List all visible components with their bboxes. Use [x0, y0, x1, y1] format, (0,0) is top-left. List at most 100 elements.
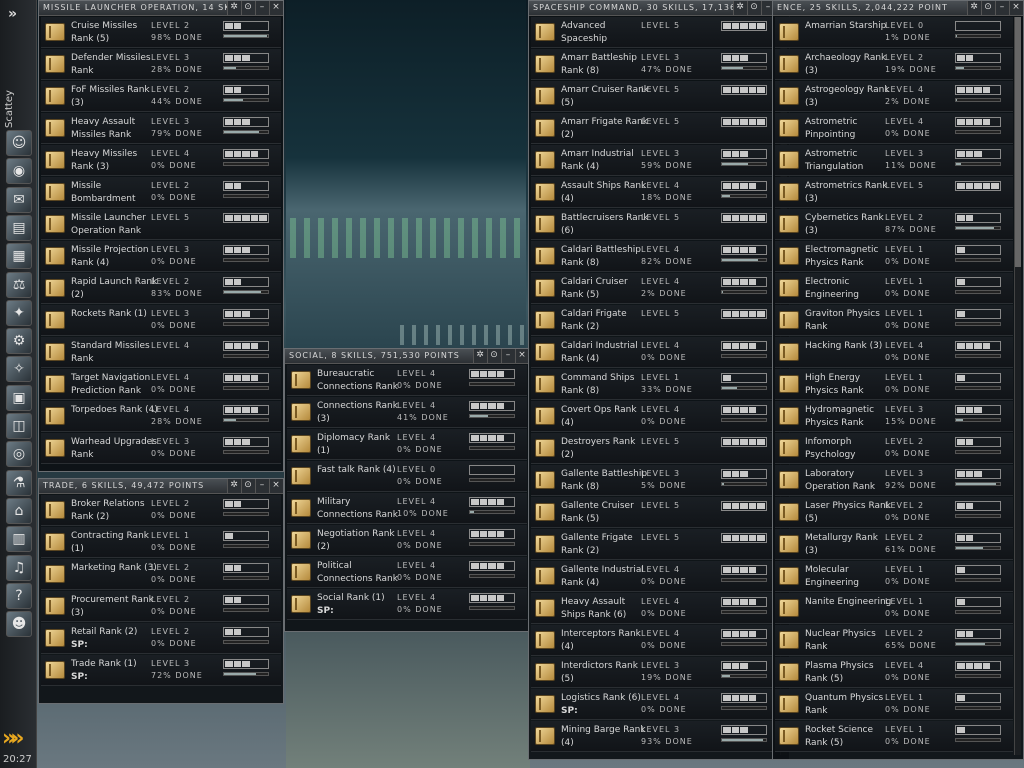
settings-icon[interactable]: ⊙: [241, 479, 255, 493]
skill-row[interactable]: Missile Launcher Operation Rank LEVEL 5: [41, 209, 281, 240]
skill-row[interactable]: Interdictors Rank (5) LEVEL 3 19% DONE: [531, 657, 779, 688]
skill-row[interactable]: Quantum Physics Rank LEVEL 1 0% DONE: [775, 689, 1013, 720]
cargo-icon[interactable]: ◫: [6, 413, 32, 439]
pin-icon[interactable]: ✲: [227, 1, 241, 15]
minimize-button[interactable]: –: [995, 1, 1009, 15]
skill-row[interactable]: Broker Relations Rank (2) LEVEL 2 0% DONE: [41, 495, 281, 526]
skill-row[interactable]: FoF Missiles Rank (3) LEVEL 2 44% DONE: [41, 81, 281, 112]
pin-icon[interactable]: ✲: [227, 479, 241, 493]
skill-row[interactable]: Battlecruisers Rank (6) LEVEL 5: [531, 209, 779, 240]
skill-row[interactable]: Electromagnetic Physics Rank LEVEL 1 0% DO…: [775, 241, 1013, 272]
mail-icon[interactable]: ✉: [6, 186, 32, 213]
settings-icon[interactable]: ⊙: [241, 1, 255, 15]
face-icon[interactable]: ☻: [6, 611, 32, 638]
skill-row[interactable]: Negotiation Rank (2) LEVEL 4 0% DONE: [287, 525, 527, 556]
skill-row[interactable]: Hydromagnetic Physics Rank LEVEL 3 15% DON…: [775, 401, 1013, 432]
station-icon[interactable]: ⌂: [6, 497, 32, 524]
eye-icon[interactable]: ◉: [6, 158, 32, 185]
card-icon[interactable]: ▦: [6, 243, 32, 270]
skill-row[interactable]: Gallente Cruiser Rank (5) LEVEL 5: [531, 497, 779, 528]
lifebuoy-icon[interactable]: ◎: [6, 441, 32, 468]
skill-row[interactable]: Interceptors Rank (4) LEVEL 4 0% DONE: [531, 625, 779, 656]
skill-row[interactable]: Astrometric Triangulation LEVEL 3 11% DONE: [775, 145, 1013, 176]
skill-row[interactable]: Connections Rank (3) LEVEL 4 41% DONE: [287, 397, 527, 428]
skill-row[interactable]: Logistics Rank (6) SP: LEVEL 4 0% DONE: [531, 689, 779, 720]
map-icon[interactable]: ✦: [6, 299, 32, 326]
skill-row[interactable]: Amarr Frigate Rank (2) LEVEL 5: [531, 113, 779, 144]
pin-icon[interactable]: ✲: [967, 1, 981, 15]
skill-row[interactable]: Mining Barge Rank (4) LEVEL 3 93% DONE: [531, 721, 779, 752]
skill-row[interactable]: Military Connections Rank LEVEL 4 10% DONE: [287, 493, 527, 524]
skill-row[interactable]: Assault Ships Rank (4) LEVEL 4 18% DONE: [531, 177, 779, 208]
skill-row[interactable]: Electronic Engineering LEVEL 1 0% DONE: [775, 273, 1013, 304]
skill-row[interactable]: Diplomacy Rank (1) LEVEL 4 0% DONE: [287, 429, 527, 460]
scrollbar-thumb[interactable]: [1015, 17, 1021, 267]
help-icon[interactable]: ?: [6, 582, 32, 609]
skill-row[interactable]: Cruise Missiles Rank (5) LEVEL 2 98% DONE: [41, 17, 281, 48]
skill-row[interactable]: Caldari Frigate Rank (2) LEVEL 5: [531, 305, 779, 336]
skill-row[interactable]: Defender Missiles Rank LEVEL 3 28% DONE: [41, 49, 281, 80]
starmap-icon[interactable]: ✧: [6, 356, 32, 383]
settings-icon[interactable]: ⊙: [981, 1, 995, 15]
skill-row[interactable]: Heavy Missiles Rank (3) LEVEL 4 0% DONE: [41, 145, 281, 176]
skill-row[interactable]: Nuclear Physics Rank LEVEL 2 65% DONE: [775, 625, 1013, 656]
skill-row[interactable]: Astrogeology Rank (3) LEVEL 4 2% DONE: [775, 81, 1013, 112]
close-button[interactable]: ×: [1009, 1, 1023, 15]
expand-arrows-icon[interactable]: »»: [2, 726, 25, 751]
pin-icon[interactable]: ✲: [473, 349, 487, 363]
skill-row[interactable]: Caldari Industrial Rank (4) LEVEL 4 0% DON…: [531, 337, 779, 368]
skill-row[interactable]: Heavy Assault Missiles Rank LEVEL 3 79% DO…: [41, 113, 281, 144]
skill-row[interactable]: Nanite Engineering LEVEL 1 0% DONE: [775, 593, 1013, 624]
skill-row[interactable]: Standard Missiles Rank LEVEL 4: [41, 337, 281, 368]
skill-row[interactable]: Astrometrics Rank (3) LEVEL 5: [775, 177, 1013, 208]
close-button[interactable]: ×: [269, 479, 283, 493]
scrollbar[interactable]: [1014, 17, 1021, 755]
computer-icon[interactable]: ▣: [6, 384, 32, 411]
close-button[interactable]: ×: [515, 349, 529, 363]
skill-row[interactable]: Command Ships Rank (8) LEVEL 1 33% DONE: [531, 369, 779, 400]
settings-icon[interactable]: ⊙: [487, 349, 501, 363]
skill-row[interactable]: Warhead Upgrades Rank LEVEL 3 0% DONE: [41, 433, 281, 464]
skill-row[interactable]: Target Navigation Prediction Rank LEVEL 4…: [41, 369, 281, 400]
skill-row[interactable]: Heavy Assault Ships Rank (6) LEVEL 4 0% DO…: [531, 593, 779, 624]
skill-row[interactable]: Caldari Cruiser Rank (5) LEVEL 4 2% DONE: [531, 273, 779, 304]
journal-icon[interactable]: ▥: [6, 526, 32, 553]
skill-row[interactable]: Trade Rank (1) SP: LEVEL 3 72% DONE: [41, 655, 281, 686]
skill-row[interactable]: Contracting Rank (1) LEVEL 1 0% DONE: [41, 527, 281, 558]
sidebar-collapse-button[interactable]: »: [8, 6, 17, 22]
skill-row[interactable]: Covert Ops Rank (4) LEVEL 4 0% DONE: [531, 401, 779, 432]
skill-row[interactable]: Laser Physics Rank (5) LEVEL 2 0% DONE: [775, 497, 1013, 528]
skill-row[interactable]: Procurement Rank (3) LEVEL 2 0% DONE: [41, 591, 281, 622]
market-icon[interactable]: ⚖: [6, 271, 32, 298]
close-button[interactable]: ×: [269, 1, 283, 15]
skill-row[interactable]: Molecular Engineering LEVEL 1 0% DONE: [775, 561, 1013, 592]
music-icon[interactable]: ♫: [6, 554, 32, 581]
skill-row[interactable]: Social Rank (1) SP: LEVEL 4 0% DONE: [287, 589, 527, 620]
skill-row[interactable]: Destroyers Rank (2) LEVEL 5: [531, 433, 779, 464]
skill-row[interactable]: Retail Rank (2) SP: LEVEL 2 0% DONE: [41, 623, 281, 654]
skill-row[interactable]: Infomorph Psychology LEVEL 2 0% DONE: [775, 433, 1013, 464]
skill-row[interactable]: Plasma Physics Rank (5) LEVEL 4 0% DONE: [775, 657, 1013, 688]
minimize-button[interactable]: –: [501, 349, 515, 363]
skill-row[interactable]: Rapid Launch Rank (2) LEVEL 2 83% DONE: [41, 273, 281, 304]
skill-row[interactable]: Missile Projection Rank (4) LEVEL 3 0% DON…: [41, 241, 281, 272]
portrait-icon[interactable]: ☺: [6, 130, 32, 156]
skill-row[interactable]: Advanced Spaceship LEVEL 5: [531, 17, 779, 48]
skill-row[interactable]: Hacking Rank (3) LEVEL 4 0% DONE: [775, 337, 1013, 368]
skill-row[interactable]: Missile Bombardment LEVEL 2 0% DONE: [41, 177, 281, 208]
skill-row[interactable]: Graviton Physics Rank LEVEL 1 0% DONE: [775, 305, 1013, 336]
pin-icon[interactable]: ✲: [733, 1, 747, 15]
skill-row[interactable]: Torpedoes Rank (4) LEVEL 4 28% DONE: [41, 401, 281, 432]
skill-row[interactable]: Metallurgy Rank (3) LEVEL 2 61% DONE: [775, 529, 1013, 560]
drone-icon[interactable]: ⚗: [6, 469, 32, 496]
skill-row[interactable]: Astrometric Pinpointing LEVEL 4 0% DONE: [775, 113, 1013, 144]
skill-row[interactable]: Amarr Industrial Rank (4) LEVEL 3 59% DONE: [531, 145, 779, 176]
minimize-button[interactable]: –: [255, 1, 269, 15]
skill-row[interactable]: Marketing Rank (3) LEVEL 2 0% DONE: [41, 559, 281, 590]
skill-row[interactable]: Cybernetics Rank (3) LEVEL 2 87% DONE: [775, 209, 1013, 240]
skill-row[interactable]: Amarr Battleship Rank (8) LEVEL 3 47% DONE: [531, 49, 779, 80]
skills-icon[interactable]: ⚙: [6, 328, 32, 355]
skill-row[interactable]: Gallente Industrial Rank (4) LEVEL 4 0% DO…: [531, 561, 779, 592]
skill-row[interactable]: Rocket Science Rank (5) LEVEL 1 0% DONE: [775, 721, 1013, 752]
skill-row[interactable]: Amarrian Starship LEVEL 0 1% DONE: [775, 17, 1013, 48]
